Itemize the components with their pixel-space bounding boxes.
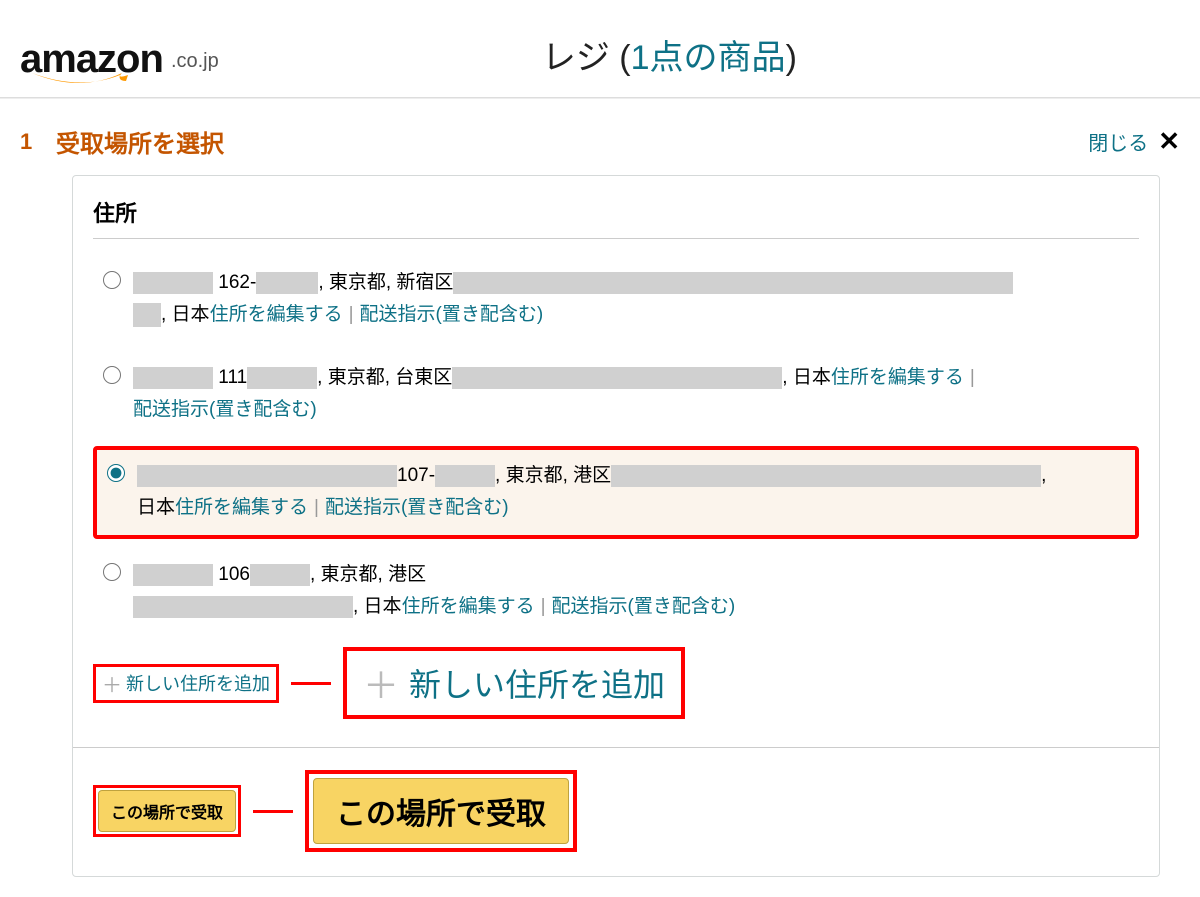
confirm-button-large: この場所で受取 [313,778,569,844]
redacted-street [453,272,1013,294]
close-label: 閉じる [1088,127,1148,156]
address-radio[interactable] [103,271,121,289]
redacted-zip [435,465,495,487]
redacted-street [452,367,782,389]
address-radio[interactable] [107,464,125,482]
amazon-smile-icon [30,71,130,89]
redacted-street [611,465,1041,487]
delivery-instructions-link[interactable]: 配送指示(置き配含む) [133,394,317,426]
add-new-address-callout: ＋ 新しい住所を追加 [343,647,685,719]
edit-address-link[interactable]: 住所を編集する [831,362,964,394]
step-title: 受取場所を選択 [56,124,1088,159]
confirm-button[interactable]: この場所で受取 [98,790,236,832]
plus-icon: ＋ [363,657,399,709]
address-option[interactable]: 162- , 東京都, 新宿区 , 日本 住所を編集する | 配送指示(置き配含… [93,257,1139,342]
redacted-box [133,303,161,327]
delivery-instructions-link[interactable]: 配送指示(置き配含む) [552,591,736,623]
close-button[interactable]: 閉じる ✕ [1088,126,1180,157]
confirm-row: この場所で受取 この場所で受取 [93,748,1139,852]
edit-address-link[interactable]: 住所を編集する [210,299,343,331]
callout-connector [291,682,331,685]
address-radio[interactable] [103,366,121,384]
panel-heading: 住所 [93,196,1139,239]
redacted-name [133,564,213,586]
confirm-callout: この場所で受取 [305,770,577,852]
header: amazon .co.jp レジ (1点の商品) [0,0,1200,98]
redacted-name [137,465,397,487]
address-option[interactable]: 111 , 東京都, 台東区 , 日本 住所を編集する | 配送指示(置き配含む… [93,352,1139,437]
address-panel: 住所 162- , 東京都, 新宿区 , 日本 住所を編集する | 配送指示(置… [72,175,1160,877]
address-radio[interactable] [103,563,121,581]
redacted-zip [247,367,317,389]
close-icon[interactable]: ✕ [1158,126,1180,157]
address-option-selected[interactable]: 107- , 東京都, 港区 , 日本 住所を編集する | 配送指示(置き配含む… [93,446,1139,539]
logo-text: amazon [20,39,163,79]
delivery-instructions-link[interactable]: 配送指示(置き配含む) [325,492,509,524]
redacted-street [133,596,353,618]
logo-suffix: .co.jp [171,50,219,79]
delivery-instructions-link[interactable]: 配送指示(置き配含む) [360,299,544,331]
add-new-address-row: ＋ 新しい住所を追加 ＋ 新しい住所を追加 [93,647,1139,719]
confirm-button-wrap: この場所で受取 [93,785,241,837]
redacted-name [133,367,213,389]
logo: amazon .co.jp [20,39,219,79]
edit-address-link[interactable]: 住所を編集する [402,591,535,623]
address-option[interactable]: 106 , 東京都, 港区 , 日本 住所を編集する | 配送指示(置き配含む) [93,549,1139,634]
edit-address-link[interactable]: 住所を編集する [175,492,308,524]
redacted-zip [256,272,318,294]
plus-icon: ＋ [102,669,122,698]
redacted-name [133,272,213,294]
redacted-zip [250,564,310,586]
page-title: レジ (1点の商品) [542,30,857,79]
add-new-address-button[interactable]: ＋ 新しい住所を追加 [93,664,279,703]
callout-connector [253,810,293,813]
step-number: 1 [20,129,56,155]
step-header: 1 受取場所を選択 閉じる ✕ [0,98,1200,175]
